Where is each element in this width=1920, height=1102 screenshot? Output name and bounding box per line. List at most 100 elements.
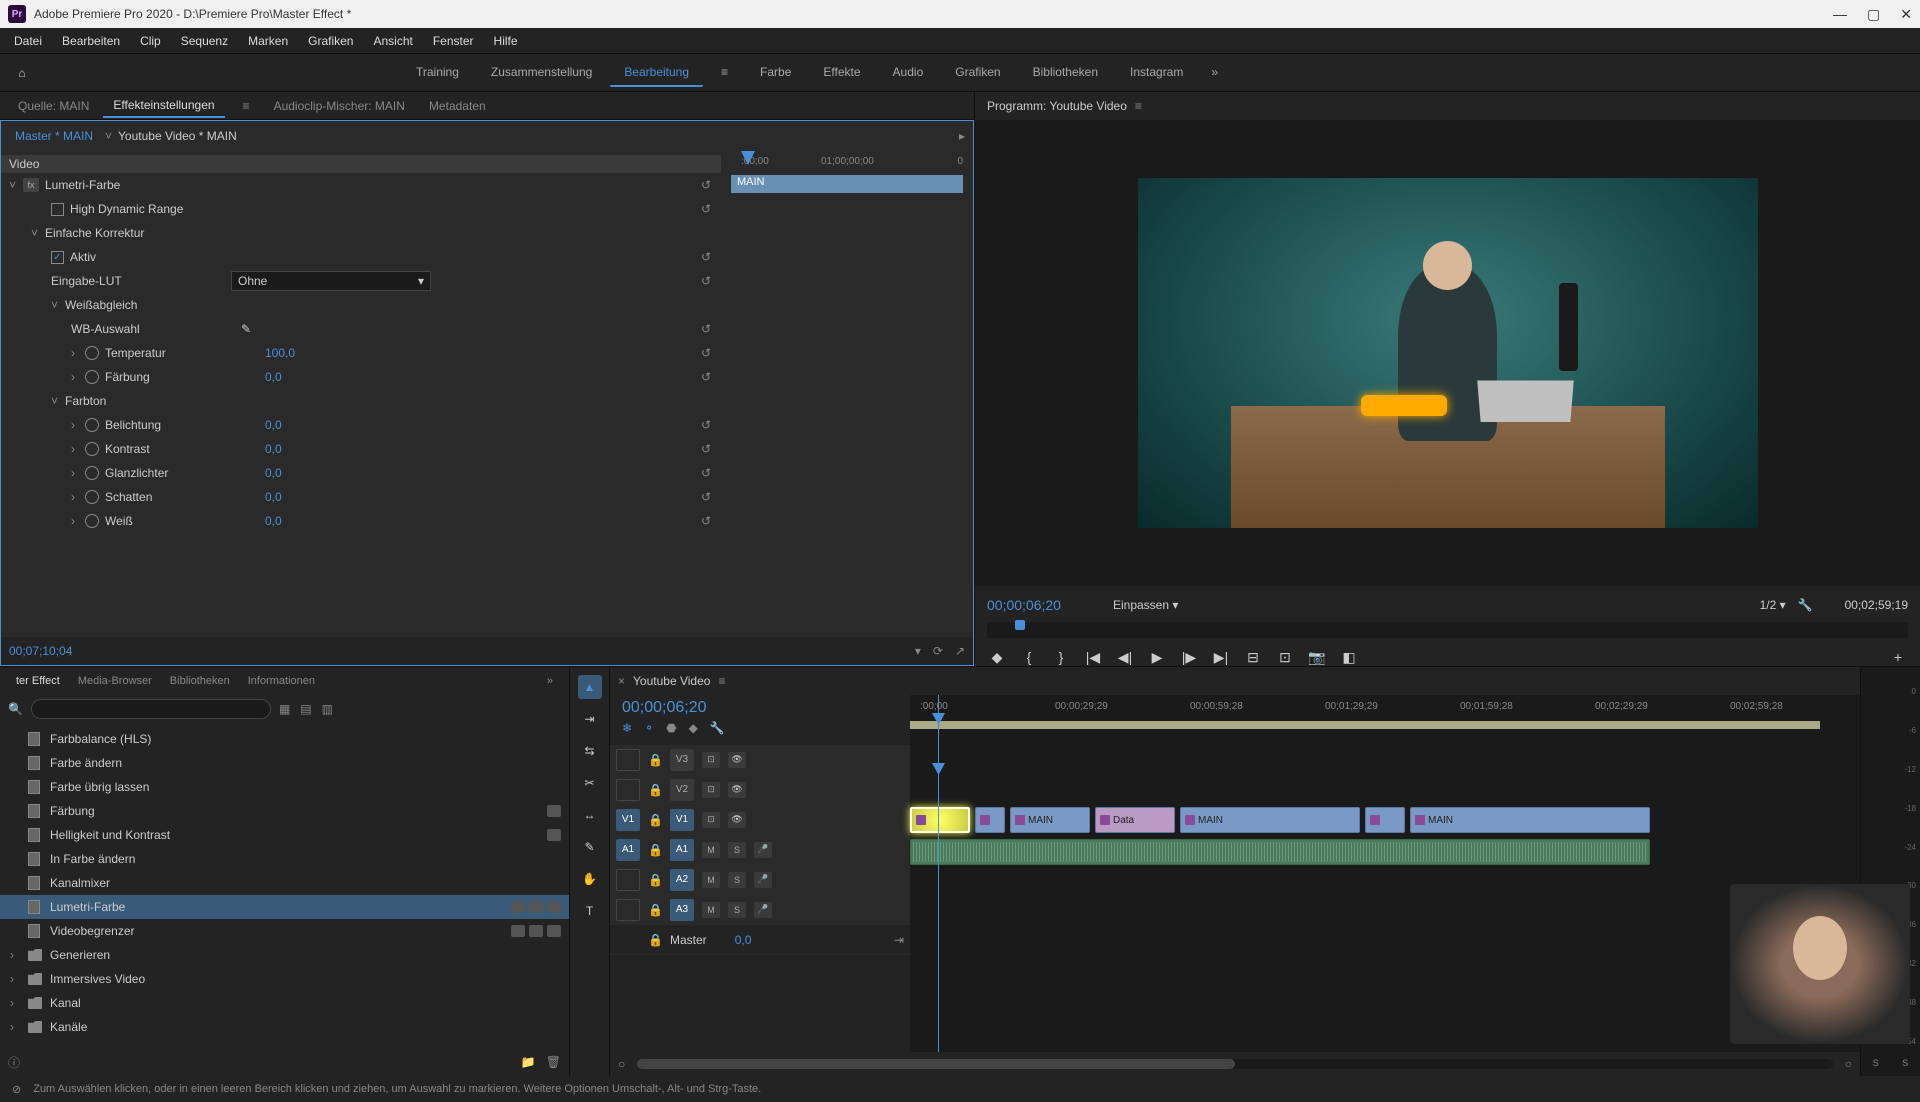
program-scrubber[interactable] bbox=[987, 622, 1908, 638]
param-value[interactable]: 0,0 bbox=[265, 370, 365, 384]
reset-icon[interactable]: ↺ bbox=[701, 370, 711, 384]
hdr-checkbox[interactable] bbox=[51, 203, 64, 216]
marker-icon[interactable]: ◆ bbox=[987, 649, 1007, 666]
twirl-icon[interactable]: › bbox=[71, 418, 85, 432]
twirl-icon[interactable]: › bbox=[71, 514, 85, 528]
add-button-icon[interactable]: + bbox=[1888, 649, 1908, 665]
param-value[interactable]: 0,0 bbox=[265, 442, 365, 456]
stopwatch-icon[interactable] bbox=[85, 466, 99, 480]
go-to-in-icon[interactable]: |◀ bbox=[1083, 649, 1103, 666]
loop-icon[interactable]: ⟳ bbox=[933, 644, 943, 658]
sync-lock-icon[interactable]: ⊡ bbox=[702, 752, 720, 768]
expand-icon[interactable]: » bbox=[539, 671, 561, 691]
program-tab[interactable]: Programm: Youtube Video bbox=[987, 99, 1127, 113]
search-input[interactable] bbox=[31, 699, 271, 719]
menu-hilfe[interactable]: Hilfe bbox=[484, 30, 528, 52]
chevron-down-icon[interactable]: ˅ bbox=[105, 129, 112, 143]
menu-clip[interactable]: Clip bbox=[130, 30, 171, 52]
snap-icon[interactable]: ❄ bbox=[622, 721, 632, 735]
menu-marken[interactable]: Marken bbox=[238, 30, 298, 52]
delete-icon[interactable]: 🗑 bbox=[546, 1055, 561, 1069]
panel-menu-icon[interactable]: ≡ bbox=[1135, 99, 1142, 113]
lumetri-effect-label[interactable]: Lumetri-Farbe bbox=[45, 178, 295, 192]
effect-item[interactable]: Lumetri-Farbe bbox=[0, 895, 569, 919]
reset-icon[interactable]: ↺ bbox=[701, 322, 711, 336]
workspace-bibliotheken[interactable]: Bibliotheken bbox=[1019, 59, 1112, 87]
project-tab[interactable]: Media-Browser bbox=[70, 671, 160, 691]
master-value[interactable]: 0,0 bbox=[735, 933, 752, 947]
play-icon[interactable]: ▸ bbox=[959, 129, 965, 143]
folder-item[interactable]: ›Kanal bbox=[0, 991, 569, 1015]
audio-track-header[interactable]: 🔒 A2 M S 🎤 bbox=[610, 865, 910, 895]
search-icon[interactable]: 🔍 bbox=[8, 702, 23, 716]
workspace-audio[interactable]: Audio bbox=[879, 59, 938, 87]
lock-icon[interactable]: 🔒 bbox=[648, 753, 662, 767]
marker-icon[interactable]: ⬣ bbox=[666, 721, 676, 735]
video-track-header[interactable]: V1 🔒 V1 ⊡ 👁 bbox=[610, 805, 910, 835]
workspace-zusammenstellung[interactable]: Zusammenstellung bbox=[477, 59, 606, 87]
video-track-header[interactable]: 🔒 V2 ⊡ 👁 bbox=[610, 775, 910, 805]
video-clip[interactable]: MAIN bbox=[1180, 807, 1360, 833]
video-track-header[interactable]: 🔒 V3 ⊡ 👁 bbox=[610, 745, 910, 775]
settings-icon[interactable]: 🔧 bbox=[710, 721, 725, 735]
maximize-button[interactable]: ▢ bbox=[1867, 6, 1880, 23]
track-label[interactable]: V1 bbox=[670, 809, 694, 831]
view-icon[interactable]: ▥ bbox=[322, 702, 333, 716]
twirl-icon[interactable]: › bbox=[71, 346, 85, 360]
master-track-header[interactable]: 🔒 Master 0,0 ⇥ bbox=[610, 925, 910, 955]
reset-icon[interactable]: ↺ bbox=[701, 418, 711, 432]
new-bin-icon[interactable]: 📁 bbox=[521, 1055, 536, 1069]
zoom-out-icon[interactable]: ○ bbox=[618, 1057, 625, 1071]
menu-bearbeiten[interactable]: Bearbeiten bbox=[52, 30, 130, 52]
reset-icon[interactable]: ↺ bbox=[701, 442, 711, 456]
lock-icon[interactable]: 🔒 bbox=[648, 873, 662, 887]
mute-button[interactable]: M bbox=[702, 872, 720, 888]
step-forward-icon[interactable]: |▶ bbox=[1179, 649, 1199, 666]
workspace-bearbeitung[interactable]: Bearbeitung bbox=[610, 59, 703, 87]
effect-item[interactable]: Helligkeit und Kontrast bbox=[0, 823, 569, 847]
view-icon[interactable]: ▦ bbox=[279, 702, 290, 716]
home-icon[interactable]: ⌂ bbox=[12, 63, 32, 83]
lock-icon[interactable]: 🔒 bbox=[648, 813, 662, 827]
source-patch[interactable] bbox=[616, 779, 640, 801]
video-clip[interactable]: MAIN bbox=[1010, 807, 1090, 833]
reset-icon[interactable]: ↺ bbox=[701, 346, 711, 360]
slip-tool-icon[interactable]: ↔ bbox=[578, 803, 602, 827]
reset-icon[interactable]: ↺ bbox=[701, 202, 711, 216]
twirl-icon[interactable]: › bbox=[71, 490, 85, 504]
solo-button[interactable]: S bbox=[728, 902, 746, 918]
add-marker-icon[interactable]: ◆ bbox=[689, 721, 698, 735]
out-point-icon[interactable]: } bbox=[1051, 649, 1071, 665]
workspace-grafiken[interactable]: Grafiken bbox=[941, 59, 1014, 87]
stopwatch-icon[interactable] bbox=[85, 514, 99, 528]
twirl-icon[interactable]: › bbox=[10, 1020, 14, 1034]
linked-selection-icon[interactable]: ⚬ bbox=[644, 721, 654, 735]
stopwatch-icon[interactable] bbox=[85, 418, 99, 432]
workspace-effekte[interactable]: Effekte bbox=[809, 59, 874, 87]
sync-lock-icon[interactable]: ⊡ bbox=[702, 812, 720, 828]
panel-menu-icon[interactable]: ≡ bbox=[233, 95, 260, 117]
effect-item[interactable]: Farbe übrig lassen bbox=[0, 775, 569, 799]
param-value[interactable]: 0,0 bbox=[265, 514, 365, 528]
effect-item[interactable]: Kanalmixer bbox=[0, 871, 569, 895]
track-label[interactable]: V3 bbox=[670, 749, 694, 771]
effect-item[interactable]: Farbe ändern bbox=[0, 751, 569, 775]
audio-clip[interactable] bbox=[910, 839, 1650, 865]
stopwatch-icon[interactable] bbox=[85, 370, 99, 384]
track-select-tool-icon[interactable]: ⇥ bbox=[578, 707, 602, 731]
voice-over-icon[interactable]: 🎤 bbox=[754, 842, 772, 858]
project-tab[interactable]: Bibliotheken bbox=[162, 671, 238, 691]
project-tab[interactable]: ter Effect bbox=[8, 671, 68, 691]
in-point-icon[interactable]: { bbox=[1019, 649, 1039, 665]
menu-datei[interactable]: Datei bbox=[4, 30, 52, 52]
param-value[interactable]: 100,0 bbox=[265, 346, 365, 360]
solo-button[interactable]: S bbox=[1902, 1058, 1908, 1068]
workspace-overflow-icon[interactable]: » bbox=[1201, 59, 1228, 87]
program-monitor[interactable] bbox=[975, 120, 1920, 586]
solo-button[interactable]: S bbox=[1873, 1058, 1879, 1068]
ripple-edit-tool-icon[interactable]: ⇆ bbox=[578, 739, 602, 763]
twirl-icon[interactable]: ˅ bbox=[9, 178, 23, 192]
video-clip[interactable] bbox=[1365, 807, 1405, 833]
twirl-icon[interactable]: › bbox=[71, 442, 85, 456]
close-tab-icon[interactable]: × bbox=[618, 674, 625, 688]
